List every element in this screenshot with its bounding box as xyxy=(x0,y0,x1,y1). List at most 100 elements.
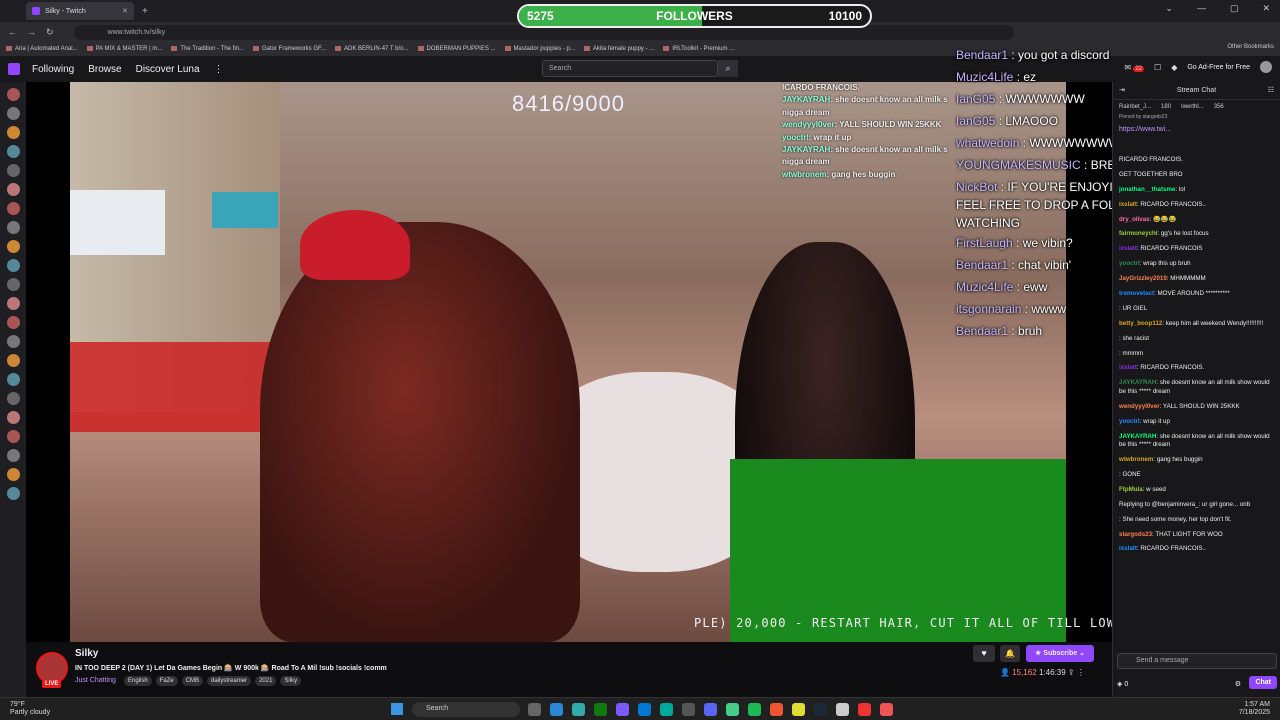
maximize-icon[interactable]: ▢ xyxy=(1230,3,1239,14)
bookmark-item[interactable]: Mastador puppies - p... xyxy=(505,46,575,52)
chat-username[interactable]: ixslatt xyxy=(1119,245,1137,252)
search-icon[interactable]: ⌕ xyxy=(718,60,738,77)
chat-username[interactable]: wtwbronem xyxy=(1119,456,1153,463)
stream-tag[interactable]: FaZe xyxy=(155,676,178,686)
sidebar-channel-avatar[interactable] xyxy=(6,354,20,367)
chat-input[interactable]: Send a message xyxy=(1117,653,1277,669)
chat-username[interactable]: JayGrizzley2019 xyxy=(1119,275,1167,282)
close-window-icon[interactable]: ✕ xyxy=(1262,3,1270,14)
taskbar-clock[interactable]: 1:57 AM 7/18/2025 xyxy=(1239,701,1270,717)
chat-username[interactable]: betty_boop112 xyxy=(1119,320,1162,327)
spotify-icon[interactable] xyxy=(748,703,761,716)
minimize-icon[interactable]: — xyxy=(1197,3,1206,14)
bookmark-item[interactable]: ADK BERLIN-47 T b/o... xyxy=(335,46,408,52)
sidebar-channel-avatar[interactable] xyxy=(6,164,20,177)
chrome-icon[interactable] xyxy=(770,703,783,716)
sidebar-channel-avatar[interactable] xyxy=(6,411,20,424)
channel-points-icon[interactable]: ◈ 0 xyxy=(1117,680,1128,688)
stream-tag[interactable]: dailystreamer xyxy=(207,676,252,686)
taskbar-search[interactable]: Search xyxy=(412,702,520,717)
search-input[interactable]: Search xyxy=(542,60,718,77)
more-icon[interactable]: ⋮ xyxy=(214,64,224,75)
sidebar-channel-avatar[interactable] xyxy=(6,88,20,101)
bookmark-item[interactable]: Akita female puppy - ... xyxy=(584,46,654,52)
file-explorer-icon[interactable] xyxy=(550,703,563,716)
sidebar-channel-avatar[interactable] xyxy=(6,278,20,291)
chevron-down-icon[interactable]: ⌄ xyxy=(1165,3,1173,14)
sidebar-channel-avatar[interactable] xyxy=(6,468,20,481)
stream-category[interactable]: Just Chatting xyxy=(75,677,116,684)
sidebar-channel-avatar[interactable] xyxy=(6,259,20,272)
sidebar-channel-avatar[interactable] xyxy=(6,107,20,120)
sidebar-channel-avatar[interactable] xyxy=(6,373,20,386)
weather-widget[interactable]: 79°F Partly cloudy xyxy=(10,701,50,717)
sidebar-channel-avatar[interactable] xyxy=(6,430,20,443)
twitch-logo-icon[interactable] xyxy=(8,63,20,75)
follow-heart-icon[interactable]: ♥ xyxy=(973,645,995,662)
sidebar-channel-avatar[interactable] xyxy=(6,297,20,310)
bookmark-item[interactable]: PA MIX & MASTER | m... xyxy=(87,46,163,52)
sidebar-channel-avatar[interactable] xyxy=(6,183,20,196)
sidebar-channel-avatar[interactable] xyxy=(6,240,20,253)
bell-icon[interactable]: 🔔 xyxy=(1000,645,1020,662)
sidebar-channel-avatar[interactable] xyxy=(6,316,20,329)
chat-username[interactable]: JAYKAYRAH xyxy=(1119,379,1156,386)
chat-username[interactable]: ixslatt xyxy=(1119,201,1137,208)
sidebar-channel-avatar[interactable] xyxy=(6,487,20,500)
discord-icon[interactable] xyxy=(704,703,717,716)
stream-tag[interactable]: Silky xyxy=(280,676,302,686)
sidebar-channel-avatar[interactable] xyxy=(6,392,20,405)
sidebar-channel-avatar[interactable] xyxy=(6,221,20,234)
task-view-icon[interactable] xyxy=(528,703,541,716)
sidebar-channel-avatar[interactable] xyxy=(6,202,20,215)
chat-username[interactable]: FtpMula xyxy=(1119,486,1143,493)
chat-username[interactable]: tremovetact xyxy=(1119,290,1154,297)
app-icon[interactable] xyxy=(638,703,651,716)
chat-username[interactable]: ixslatt xyxy=(1119,545,1137,552)
windows-start-icon[interactable] xyxy=(391,703,403,715)
chat-username[interactable]: stargods23 xyxy=(1119,531,1152,538)
xbox-icon[interactable] xyxy=(594,703,607,716)
chrome-active-icon[interactable] xyxy=(880,703,893,716)
chat-username[interactable]: JAYKAYRAH xyxy=(1119,433,1156,440)
app-icon[interactable] xyxy=(792,703,805,716)
chat-username[interactable]: ixslatt xyxy=(1119,364,1137,371)
sidebar-channel-avatar[interactable] xyxy=(6,449,20,462)
users-icon[interactable]: ☷ xyxy=(1268,82,1274,100)
bookmark-item[interactable]: The Tradition - The fin... xyxy=(171,46,244,52)
sidebar-channel-avatar[interactable] xyxy=(6,145,20,158)
chat-username[interactable]: yooctrl xyxy=(1119,418,1140,425)
pinned-message-link[interactable]: https://www.twi... xyxy=(1113,126,1280,140)
obs-icon[interactable] xyxy=(858,703,871,716)
edge-icon[interactable] xyxy=(660,703,673,716)
collapse-icon[interactable]: ⇥ xyxy=(1119,82,1125,100)
new-tab-icon[interactable]: + xyxy=(142,6,148,17)
back-icon[interactable]: ← xyxy=(8,27,17,38)
stream-tag[interactable]: English xyxy=(124,676,152,686)
sidebar-channel-avatar[interactable] xyxy=(6,335,20,348)
bookmark-item[interactable]: IRLToolkit - Premium ... xyxy=(663,46,734,52)
close-tab-icon[interactable]: ✕ xyxy=(122,7,128,15)
app-icon[interactable] xyxy=(726,703,739,716)
nav-following[interactable]: Following xyxy=(32,64,74,75)
app-icon[interactable] xyxy=(836,703,849,716)
nav-discover-luna[interactable]: Discover Luna xyxy=(136,64,200,75)
bookmark-item[interactable]: Gator Frameworks GF... xyxy=(253,46,326,52)
chat-username[interactable]: dry_olivas xyxy=(1119,216,1150,223)
stream-tag[interactable]: CMB xyxy=(181,676,204,686)
app-icon[interactable] xyxy=(616,703,629,716)
reload-icon[interactable]: ↻ xyxy=(46,27,54,38)
bookmark-item[interactable]: DOBERMAN PUPPIES ... xyxy=(418,46,496,52)
chat-username[interactable]: fairmoneychi xyxy=(1119,230,1158,237)
nav-browse[interactable]: Browse xyxy=(88,64,121,75)
stream-tag[interactable]: 2021 xyxy=(255,676,277,686)
chat-username[interactable]: wendyyyl0ver xyxy=(1119,403,1160,410)
forward-icon[interactable]: → xyxy=(27,27,36,38)
video-player[interactable]: 8416/9000 ICARDO FRANCOIS. JAYKAYRAH: she… xyxy=(26,82,1112,642)
chat-send-button[interactable]: Chat xyxy=(1249,676,1277,689)
app-icon[interactable] xyxy=(682,703,695,716)
user-avatar[interactable] xyxy=(1260,61,1272,73)
chat-username[interactable]: yooctrl xyxy=(1119,260,1140,267)
chat-username[interactable]: jonathan__thatsme xyxy=(1119,186,1175,193)
browser-tab[interactable]: Silky - Twitch ✕ xyxy=(26,2,134,20)
